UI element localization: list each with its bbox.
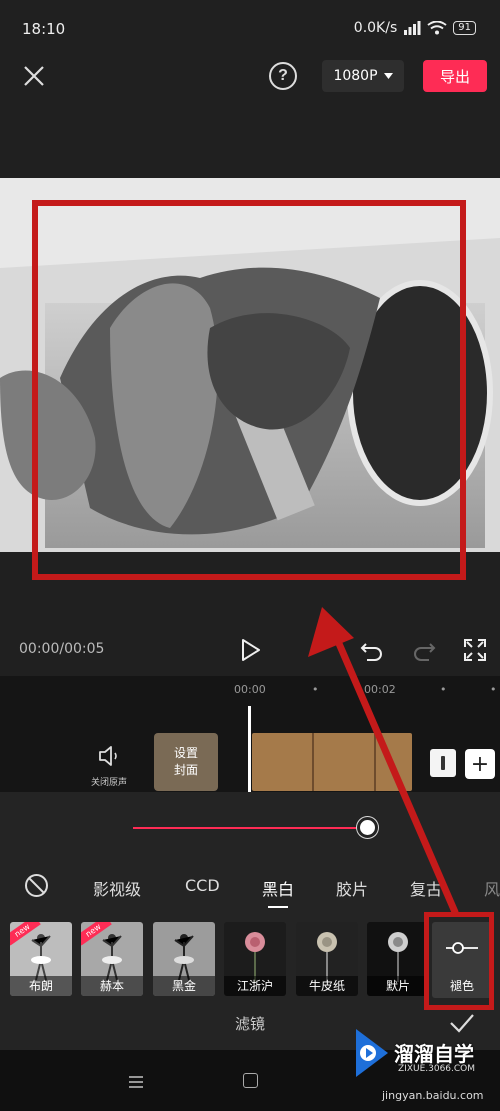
caret-down-icon: [383, 73, 393, 79]
close-icon: [24, 66, 44, 86]
export-button[interactable]: 导出: [423, 60, 487, 92]
filter-label: 默片: [367, 976, 429, 996]
confirm-button[interactable]: [449, 1012, 475, 1034]
wifi-icon: [427, 21, 447, 35]
mute-original-audio-button[interactable]: 关闭原声: [87, 745, 131, 788]
status-time: 18:10: [22, 20, 66, 38]
clip-trim-handle[interactable]: [430, 749, 456, 777]
redo-icon: [414, 643, 436, 661]
timecode: 00:00/00:05: [19, 641, 105, 657]
redo-button[interactable]: [412, 639, 436, 663]
no-filter-button[interactable]: [24, 873, 49, 898]
tab-cinematic[interactable]: 影视级: [93, 876, 141, 900]
no-filter-icon: [25, 874, 48, 897]
checkmark-icon: [450, 1014, 474, 1033]
filter-label: 赫本: [81, 976, 143, 996]
ruler-label: 00:00: [234, 683, 266, 696]
video-clip[interactable]: [252, 733, 412, 791]
watermark-logo-icon: [356, 1029, 388, 1077]
filter-label: 牛皮纸: [296, 976, 358, 996]
undo-icon: [360, 643, 382, 661]
ruler-dot: •: [312, 683, 319, 696]
panel-title: 滤镜: [234, 1015, 265, 1033]
watermark-subtitle: ZIXUE.3066.COM: [398, 1064, 476, 1074]
signal-icon: [404, 21, 421, 35]
tab-retro[interactable]: 复古: [410, 876, 442, 900]
playhead[interactable]: [248, 706, 251, 792]
watermark-brand: 溜溜自学: [394, 1042, 474, 1066]
set-cover-button[interactable]: 设置 封面: [154, 733, 218, 791]
play-icon: [242, 639, 260, 661]
add-clip-button[interactable]: +: [465, 749, 495, 779]
filter-item[interactable]: 牛皮纸: [296, 922, 358, 996]
status-indicators: 0.0K/s 91: [354, 20, 476, 36]
tab-film[interactable]: 胶片: [336, 876, 368, 900]
tab-black-white[interactable]: 黑白: [262, 876, 294, 900]
annotation-box-fade: [424, 912, 494, 1010]
play-button[interactable]: [240, 638, 262, 662]
ruler-dot: •: [490, 683, 497, 696]
nav-menu-button[interactable]: [128, 1074, 144, 1088]
help-button[interactable]: ?: [269, 62, 297, 90]
intensity-slider-knob[interactable]: [357, 817, 378, 838]
handle-bar-icon: [441, 756, 445, 770]
close-button[interactable]: [20, 62, 48, 90]
question-icon: ?: [278, 67, 288, 84]
fullscreen-button[interactable]: [463, 638, 487, 662]
ruler-label: 00:02: [364, 683, 396, 696]
cover-label-line1: 设置: [173, 746, 198, 760]
filter-label: 布朗: [10, 976, 72, 996]
cover-label-line2: 封面: [173, 763, 198, 777]
intensity-slider-track[interactable]: [133, 827, 369, 829]
resolution-label: 1080P: [333, 68, 378, 84]
ruler-dot: •: [440, 683, 447, 696]
filter-item[interactable]: 黑金: [153, 922, 215, 996]
filter-label: 江浙沪: [224, 976, 286, 996]
menu-icon: [129, 1076, 143, 1088]
nav-home-button[interactable]: [243, 1073, 258, 1088]
plus-icon: +: [470, 751, 490, 777]
filter-item[interactable]: new 赫本: [81, 922, 143, 996]
fullscreen-icon: [464, 639, 486, 661]
filter-label: 黑金: [153, 976, 215, 996]
network-speed: 0.0K/s: [353, 20, 398, 36]
undo-button[interactable]: [360, 639, 384, 663]
watermark-site: jingyan.baidu.com: [382, 1089, 484, 1102]
tab-style[interactable]: 风: [484, 876, 500, 900]
filter-item[interactable]: 江浙沪: [224, 922, 286, 996]
filter-item[interactable]: new 布朗: [10, 922, 72, 996]
resolution-selector[interactable]: 1080P: [322, 60, 404, 92]
annotation-box-preview: [32, 200, 466, 580]
filter-item[interactable]: 默片: [367, 922, 429, 996]
battery-indicator: 91: [453, 21, 476, 35]
active-tab-indicator: [268, 906, 288, 908]
tab-ccd[interactable]: CCD: [185, 876, 220, 895]
speaker-icon: [99, 746, 117, 766]
mute-label: 关闭原声: [90, 778, 127, 788]
